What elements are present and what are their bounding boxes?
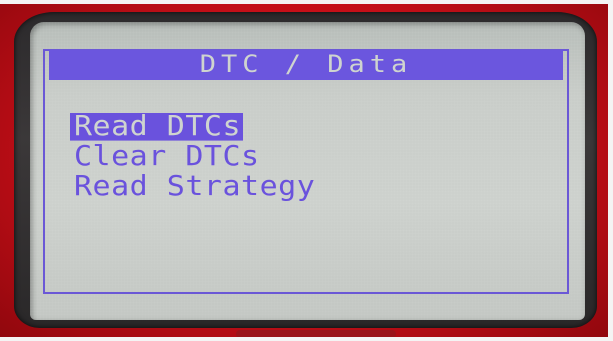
photo-border <box>0 0 613 4</box>
photo-border <box>0 337 613 341</box>
menu-item-label[interactable]: Read DTCs <box>70 113 244 141</box>
menu-item-read-dtcs[interactable]: Read DTCs <box>70 113 315 143</box>
menu-list: Read DTCs Clear DTCs Read Strategy <box>70 113 315 203</box>
photo-border <box>608 0 613 341</box>
menu-item-read-strategy[interactable]: Read Strategy <box>70 173 315 201</box>
title-bar: DTC / Data <box>49 50 563 80</box>
menu-item-clear-dtcs[interactable]: Clear DTCs <box>70 143 315 171</box>
scan-tool-device: DTC / Data Read DTCs Clear DTCs Read Str… <box>0 0 613 341</box>
screen-title: DTC / Data <box>199 50 413 79</box>
